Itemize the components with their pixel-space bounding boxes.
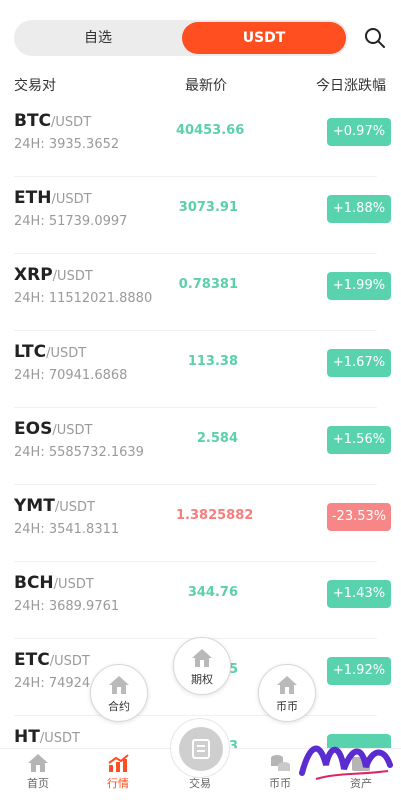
column-header-change: 今日涨跌幅 [316,78,386,94]
contract-label: 合约 [108,700,130,713]
home-icon [277,676,297,694]
options-button[interactable]: 期权 [173,637,231,695]
pair-base: ETH [14,188,52,208]
pair-base: BTC [14,111,52,131]
pair-base: XRP [14,265,53,285]
nav-home[interactable]: 首页 [8,753,68,791]
change-badge: +0.97% [327,118,391,146]
change-badge: +1.88% [327,195,391,223]
column-header-price: 最新价 [185,78,227,94]
pair-quote: /USDT [51,192,92,207]
tab-favorites[interactable]: 自选 [14,20,182,56]
market-tab-switch: 自选 USDT [14,20,348,56]
pair-base: ETC [14,650,50,670]
nav-coin-label: 币币 [269,777,291,790]
pair-quote: /USDT [51,115,92,130]
volume-24h: 24H: 3935.3652 [14,137,120,152]
pair-quote: /USDT [52,269,93,284]
market-row[interactable]: XRP/USDT 24H: 11512021.8880 0.78381 +1.9… [14,254,391,331]
wallet-icon [192,739,210,759]
volume-24h: 24H: 5585732.1639 [14,445,144,460]
market-row[interactable]: YMT/USDT 24H: 3541.8311 1.3825882 -23.53… [14,485,391,562]
market-page: 自选 USDT 交易对 最新价 今日涨跌幅 BTC/USDT 24H: 3935… [0,0,401,800]
search-icon[interactable] [363,26,387,50]
tab-usdt[interactable]: USDT [182,22,346,54]
coins-icon [271,755,290,771]
market-row[interactable]: EOS/USDT 24H: 5585732.1639 2.584 +1.56% [14,408,391,485]
volume-24h: 24H: 3689.9761 [14,599,120,614]
market-row[interactable]: BTC/USDT 24H: 3935.3652 40453.66 +0.97% [14,100,391,177]
coin-label: 币币 [276,700,298,713]
pair-quote: /USDT [46,346,87,361]
last-price: 2.584 [196,431,238,446]
last-price: 0.78381 [178,277,238,292]
volume-24h: 24H: 70941.6868 [14,368,128,383]
options-label: 期权 [191,673,213,686]
change-badge: -23.53% [327,503,391,531]
market-row[interactable]: LTC/USDT 24H: 70941.6868 113.38 +1.67% [14,331,391,408]
change-badge: +1.43% [327,580,391,608]
contract-button[interactable]: 合约 [90,664,148,722]
last-price: 40453.66 [176,123,245,138]
pair-base: LTC [14,342,47,362]
pair-base: EOS [14,419,53,439]
pair-base: HT [14,727,40,747]
change-badge: +1.67% [327,349,391,377]
nav-market-label: 行情 [107,777,129,790]
coin-button[interactable]: 币币 [258,664,316,722]
market-row[interactable]: BCH/USDT 24H: 3689.9761 344.76 +1.43% [14,562,391,639]
column-header-pair: 交易对 [14,78,56,94]
pair-quote: /USDT [52,423,93,438]
volume-24h: 24H: 51739.0997 [14,214,128,229]
trade-button[interactable] [170,718,230,778]
volume-24h: 24H: 11512021.8880 [14,291,153,306]
pair-base: YMT [14,496,55,516]
watermark-logo [299,745,393,780]
home-icon [192,649,212,667]
last-price: 1.3825882 [176,508,254,523]
volume-24h: 24H: 3541.8311 [14,522,120,537]
pair-quote: /USDT [39,731,80,746]
change-badge: +1.92% [327,657,391,685]
home-icon [109,676,129,694]
change-badge: +1.56% [327,426,391,454]
last-price: 3073.91 [178,200,238,215]
nav-trade-label: 交易 [189,777,211,790]
change-badge: +1.99% [327,272,391,300]
pair-quote: /USDT [54,500,95,515]
nav-market[interactable]: 行情 [88,753,148,791]
market-row[interactable]: ETH/USDT 24H: 51739.0997 3073.91 +1.88% [14,177,391,254]
pair-quote: /USDT [49,654,90,669]
home-icon [28,754,48,772]
chart-icon [108,754,129,772]
last-price: 113.38 [187,354,238,369]
nav-home-label: 首页 [27,777,49,790]
pair-base: BCH [14,573,54,593]
last-price: 344.76 [187,585,238,600]
pair-quote: /USDT [53,577,94,592]
